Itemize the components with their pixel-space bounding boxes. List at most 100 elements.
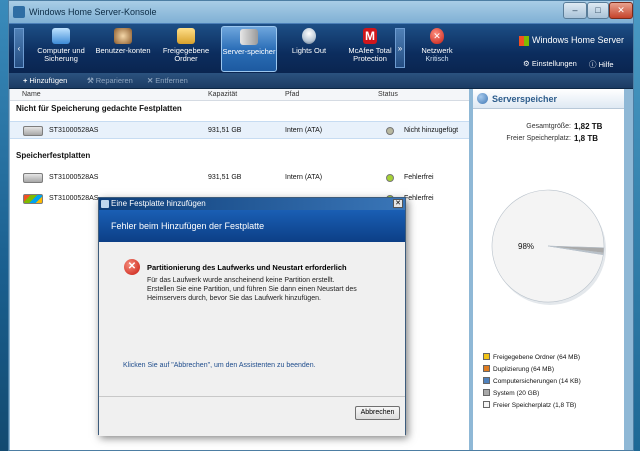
close-button[interactable]: ✕ [609, 2, 633, 19]
tab-label: Lights Out [291, 46, 327, 55]
system-disk-icon [23, 194, 43, 204]
dialog-app-icon [101, 200, 109, 208]
legend-label: Computersicherungen (14 KB) [493, 378, 581, 385]
total-size-label: Gesamtgröße: [526, 123, 571, 130]
x-icon: ✕ [147, 76, 154, 85]
windows-flag-icon [519, 35, 529, 46]
plus-icon: + [23, 76, 28, 85]
desktop-right-edge [634, 0, 640, 451]
disk-status: Nicht hinzugefügt [404, 127, 459, 134]
legend-item: Freigegebene Ordner (64 MB) [483, 353, 580, 363]
dialog-title-bar[interactable]: Eine Festplatte hinzufügen ✕ [99, 198, 405, 210]
error-text-line: Für das Laufwerk wurde anscheinend keine… [147, 277, 335, 284]
desktop-left-edge [0, 0, 8, 451]
disk-path: Intern (ATA) [285, 127, 323, 134]
error-icon: ✕ [124, 259, 140, 275]
disk-capacity: 931,51 GB [208, 127, 242, 134]
legend-label: System (20 GB) [493, 390, 540, 397]
add-label: Hinzufügen [29, 76, 68, 85]
disk-name: ST31000528AS [49, 127, 99, 134]
table-row[interactable]: ST31000528AS 931,51 GB Intern (ATA) Nich… [10, 121, 469, 139]
tab-user-accounts[interactable]: Benutzer-konten [95, 26, 151, 72]
cancel-hint: Klicken Sie auf "Abbrechen", um den Assi… [123, 362, 316, 369]
computer-backup-icon [52, 28, 70, 44]
add-disk-dialog: Eine Festplatte hinzufügen ✕ Fehler beim… [98, 197, 406, 436]
add-button[interactable]: + Hinzufügen [23, 76, 67, 85]
tab-shared-folders[interactable]: Freigegebene Ordner [157, 26, 215, 72]
disk-capacity: 931,51 GB [208, 174, 242, 181]
help-link[interactable]: ⓘ Hilfe [589, 59, 614, 70]
app-icon [13, 6, 25, 18]
total-size-value: 1,82 TB [574, 122, 603, 131]
dialog-heading: Fehler beim Hinzufügen der Festplatte [111, 221, 265, 231]
tab-mcafee[interactable]: M McAfee Total Protection [339, 26, 401, 72]
dialog-separator [99, 396, 405, 397]
tab-label: Netzwerk [421, 46, 453, 55]
dialog-title: Eine Festplatte hinzufügen [111, 199, 206, 208]
legend-label: Freier Speicherplatz (1,8 TB) [493, 402, 577, 409]
column-status[interactable]: Status [378, 91, 398, 98]
list-header: Name Kapazität Pfad Status [10, 89, 469, 101]
dialog-banner: Fehler beim Hinzufügen der Festplatte [99, 210, 405, 242]
tab-computer-backup[interactable]: Computer und Sicherung [29, 26, 93, 72]
column-path[interactable]: Pfad [285, 91, 299, 98]
tab-label: Benutzer-konten [95, 46, 151, 55]
tab-lights-out[interactable]: Lights Out [285, 26, 333, 72]
tab-network[interactable]: ✕ Netzwerk Kritisch [413, 26, 461, 72]
help-icon: ⓘ [589, 60, 599, 69]
window-title: Windows Home Server-Konsole [29, 7, 157, 17]
column-capacity[interactable]: Kapazität [208, 91, 237, 98]
table-row[interactable]: ST31000528AS 931,51 GB Intern (ATA) Fehl… [10, 169, 469, 187]
disk-path: Intern (ATA) [285, 174, 323, 181]
legend-swatch [483, 401, 490, 408]
nav-scroll-right-button[interactable]: » [395, 28, 405, 68]
legend-swatch [483, 353, 490, 360]
free-space-label: Freier Speicherplatz: [506, 135, 571, 142]
free-space-value: 1,8 TB [574, 134, 599, 143]
shared-folders-icon [177, 28, 195, 44]
nav-bar: ‹ Computer und Sicherung Benutzer-konten… [9, 23, 633, 73]
legend-item: System (20 GB) [483, 389, 539, 399]
maximize-button[interactable]: □ [587, 2, 609, 19]
section-non-storage-disks: Nicht für Speicherung gedachte Festplatt… [16, 104, 182, 113]
cancel-button[interactable]: Abbrechen [355, 406, 400, 420]
lights-out-icon [302, 28, 316, 44]
status-dot-icon [386, 127, 394, 135]
dialog-close-button[interactable]: ✕ [393, 199, 403, 208]
remove-button[interactable]: ✕ Entfernen [147, 76, 188, 85]
mcafee-icon: M [363, 28, 377, 44]
legend-item: Freier Speicherplatz (1,8 TB) [483, 401, 576, 411]
error-text-line: Heimservers durch, bevor Sie das Laufwer… [147, 295, 321, 302]
tab-label: McAfee Total Protection [348, 46, 392, 63]
legend-item: Duplizierung (64 MB) [483, 365, 554, 375]
settings-label: Einstellungen [531, 59, 577, 68]
error-heading: Partitionierung des Laufwerks und Neusta… [147, 263, 347, 272]
settings-link[interactable]: ⚙ Einstellungen [523, 59, 577, 68]
column-name[interactable]: Name [22, 91, 41, 98]
repair-icon: ⚒ [87, 76, 94, 85]
legend-swatch [483, 389, 490, 396]
status-dot-icon [386, 174, 394, 182]
section-storage-disks: Speicherfestplatten [16, 151, 91, 160]
disk-status: Fehlerfrei [404, 195, 434, 202]
error-text-line: Erstellen Sie eine Partition, und führen… [147, 286, 357, 293]
disk-name: ST31000528AS [49, 195, 99, 202]
network-critical-icon: ✕ [430, 28, 444, 44]
panel-title: Serverspeicher [492, 94, 558, 104]
brand-logo: Windows Home Server [519, 35, 624, 46]
hard-disk-icon [23, 126, 43, 136]
legend-label: Freigegebene Ordner (64 MB) [493, 354, 581, 361]
disk-name: ST31000528AS [49, 174, 99, 181]
repair-label: Reparieren [95, 76, 133, 85]
legend-swatch [483, 365, 490, 372]
legend-label: Duplizierung (64 MB) [493, 366, 555, 373]
title-bar[interactable]: Windows Home Server-Konsole – □ ✕ [9, 1, 633, 23]
pie-data-label: 98% [518, 242, 534, 251]
nav-scroll-left-button[interactable]: ‹ [14, 28, 24, 68]
remove-label: Entfernen [155, 76, 188, 85]
legend-item: Computersicherungen (14 KB) [483, 377, 581, 387]
storage-icon [477, 93, 488, 104]
repair-button[interactable]: ⚒ Reparieren [87, 76, 133, 85]
minimize-button[interactable]: – [563, 2, 587, 19]
tab-server-storage[interactable]: Server-speicher [221, 26, 277, 72]
